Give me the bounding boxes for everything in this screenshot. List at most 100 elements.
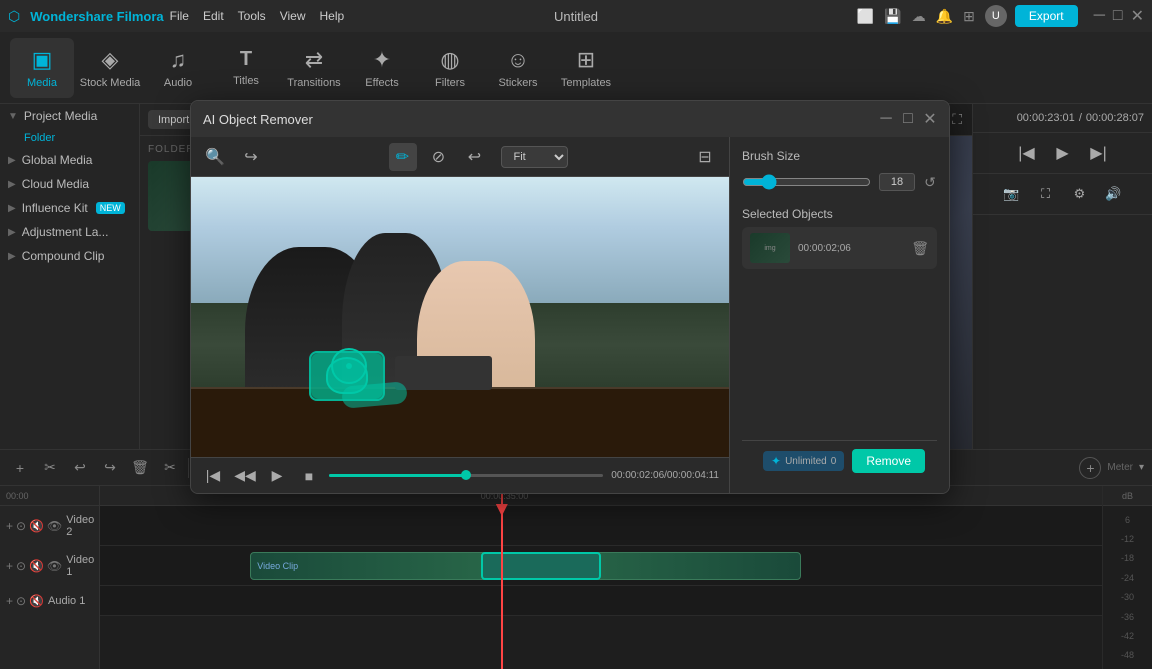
minimize-button[interactable]: ─ [1094, 7, 1105, 25]
obj-timestamp: 00:00:02;06 [798, 243, 903, 254]
audio-mute-icon[interactable]: 🔇 [29, 594, 44, 608]
menu-help[interactable]: Help [319, 9, 344, 23]
brush-size-slider[interactable] [742, 174, 871, 190]
video2-lock-icon[interactable]: ⊙ [16, 519, 26, 533]
toolbar-titles[interactable]: T Titles [214, 38, 278, 98]
meter-val-24: -24 [1105, 572, 1150, 584]
maximize-button[interactable]: □ [1113, 7, 1123, 25]
video2-track-content[interactable] [100, 506, 1102, 546]
play-pause-btn[interactable]: ▶ [1049, 139, 1077, 167]
menu-tools[interactable]: Tools [238, 9, 266, 23]
timeline-redo-btn[interactable]: ↪ [98, 456, 122, 480]
video2-eye-icon[interactable]: 👁 [47, 519, 62, 533]
transitions-label: Transitions [287, 77, 340, 89]
effects-icon: ✦ [373, 47, 391, 73]
brush-reset-btn[interactable]: ↺ [923, 171, 937, 193]
dialog-stop-btn[interactable]: ■ [297, 464, 321, 488]
selected-objects-label: Selected Objects [742, 207, 937, 221]
user-avatar[interactable]: U [985, 5, 1007, 27]
audio-track-content[interactable] [100, 586, 1102, 616]
dialog-prev-frame-btn[interactable]: ◀◀ [233, 464, 257, 488]
save-icon[interactable]: 💾 [884, 8, 901, 25]
sidebar-item-compound-clip[interactable]: ▶ Compound Clip [0, 244, 139, 268]
close-button[interactable]: ✕ [1131, 6, 1144, 26]
add-track-circle-btn[interactable]: + [1079, 457, 1101, 479]
canvas-settings-btn[interactable]: ⊟ [691, 143, 719, 171]
zoom-out-btn[interactable]: 🔍 [201, 143, 229, 171]
timeline-delete-btn[interactable]: 🗑 [128, 456, 152, 480]
toolbar-transitions[interactable]: ⇄ Transitions [282, 38, 346, 98]
remove-button[interactable]: Remove [852, 449, 925, 473]
sidebar-item-folder[interactable]: Folder [0, 128, 139, 148]
eraser-tool-btn[interactable]: ⊘ [425, 143, 453, 171]
sidebar-item-cloud-media[interactable]: ▶ Cloud Media [0, 172, 139, 196]
expand-icon[interactable]: ⛶ [952, 111, 962, 128]
sidebar-item-influence-kit[interactable]: ▶ Influence Kit NEW [0, 196, 139, 220]
dialog-body: 🔍 ↪ ✏ ⊘ ↩ Fit 100% 50% ⊟ [191, 137, 949, 493]
sidebar-item-global-media[interactable]: ▶ Global Media [0, 148, 139, 172]
dialog-play-btn[interactable]: ▶ [265, 464, 289, 488]
volume-icon[interactable]: 🔊 [1100, 180, 1128, 208]
toolbar-audio[interactable]: ♫ Audio [146, 38, 210, 98]
sidebar-arrow-compound: ▶ [8, 251, 16, 262]
monitor-icon[interactable]: ⬜ [857, 8, 874, 25]
dialog-progress-handle[interactable] [461, 470, 471, 480]
timeline-split-btn[interactable]: ✂ [38, 456, 62, 480]
prev-frame-btn[interactable]: |◀ [1013, 139, 1041, 167]
menu-view[interactable]: View [280, 9, 306, 23]
snapshot-icon[interactable]: 📷 [998, 180, 1026, 208]
titles-label: Titles [233, 75, 259, 87]
meter-dropdown-icon[interactable]: ▾ [1139, 462, 1144, 473]
video2-mute-icon[interactable]: 🔇 [29, 519, 44, 533]
toolbar-templates[interactable]: ⊞ Templates [554, 38, 618, 98]
dialog-minimize-btn[interactable]: ─ [879, 112, 893, 126]
video1-track-icons: + ⊙ 🔇 👁 [6, 559, 62, 573]
redo-brush-btn[interactable]: ↪ [237, 143, 265, 171]
audio-add-icon[interactable]: + [6, 594, 13, 608]
video1-track-content[interactable]: Video Clip [100, 546, 1102, 586]
toolbar-media[interactable]: ▣ Media [10, 38, 74, 98]
video1-add-icon[interactable]: + [6, 559, 13, 573]
undo-brush-btn[interactable]: ↩ [461, 143, 489, 171]
video1-mute-icon[interactable]: 🔇 [29, 559, 44, 573]
video1-lock-icon[interactable]: ⊙ [16, 559, 26, 573]
dialog-maximize-btn[interactable]: □ [901, 112, 915, 126]
menu-file[interactable]: File [170, 9, 189, 23]
audio-lock-icon[interactable]: ⊙ [16, 594, 26, 608]
stock-media-icon: ◈ [102, 47, 119, 73]
bell-icon[interactable]: 🔔 [936, 8, 953, 25]
fullscreen-icon[interactable]: ⛶ [1032, 180, 1060, 208]
brush-tool-btn[interactable]: ✏ [389, 143, 417, 171]
toolbar-effects[interactable]: ✦ Effects [350, 38, 414, 98]
cloud-icon[interactable]: ☁ [912, 8, 926, 25]
video2-add-icon[interactable]: + [6, 519, 13, 533]
dialog-close-btn[interactable]: ✕ [923, 112, 937, 126]
menu-edit[interactable]: Edit [203, 9, 224, 23]
meter-val-42: -42 [1105, 630, 1150, 642]
dialog-canvas[interactable] [191, 177, 729, 457]
audio-label: Audio [164, 77, 192, 89]
next-frame-btn[interactable]: ▶| [1085, 139, 1113, 167]
effects-label: Effects [365, 77, 398, 89]
grid-icon[interactable]: ⊞ [963, 8, 975, 25]
track-label-audio: + ⊙ 🔇 Audio 1 [0, 586, 100, 616]
meter-panel: dB 6 -12 -18 -24 -30 -36 -42 -48 [1102, 486, 1152, 669]
selected-clip[interactable] [481, 552, 601, 580]
dialog-title: AI Object Remover [203, 112, 313, 127]
export-button[interactable]: Export [1015, 5, 1078, 27]
dialog-progress-bar[interactable] [329, 474, 603, 477]
settings-icon[interactable]: ⚙ [1066, 180, 1094, 208]
timeline-undo-btn[interactable]: ↩ [68, 456, 92, 480]
fit-select[interactable]: Fit 100% 50% [501, 146, 568, 168]
timeline-add-track-btn[interactable]: + [8, 456, 32, 480]
obj-delete-btn[interactable]: 🗑 [911, 240, 929, 257]
video1-eye-icon[interactable]: 👁 [47, 559, 62, 573]
sidebar-item-project-media[interactable]: ▼ Project Media [0, 104, 139, 128]
toolbar-stickers[interactable]: ☺ Stickers [486, 38, 550, 98]
toolbar-filters[interactable]: ◍ Filters [418, 38, 482, 98]
toolbar-stock-media[interactable]: ◈ Stock Media [78, 38, 142, 98]
dialog-first-frame-btn[interactable]: |◀ [201, 464, 225, 488]
sidebar-item-adjustment[interactable]: ▶ Adjustment La... [0, 220, 139, 244]
brush-size-input[interactable] [879, 173, 915, 191]
timeline-cut-btn[interactable]: ✂ [158, 456, 182, 480]
